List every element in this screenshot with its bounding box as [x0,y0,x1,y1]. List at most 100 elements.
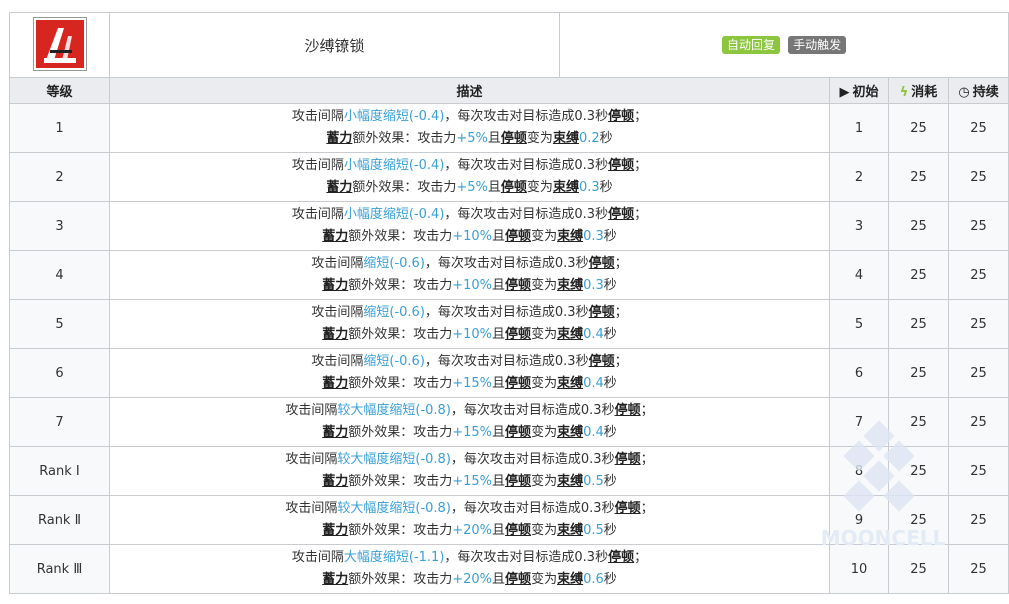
keyword-stun-link[interactable]: 停顿 [615,501,641,516]
desc-mid: ，每次攻击对目标造成0.3秒 [444,550,609,565]
keyword-stun-link[interactable]: 停顿 [505,327,531,342]
col-cost: ϟ 消耗 [888,77,949,104]
desc-mid: ，每次攻击对目标造成0.3秒 [444,207,609,222]
desc-and: 且 [492,278,506,293]
desc-mid: ，每次攻击对目标造成0.3秒 [450,501,615,516]
keyword-stun-link[interactable]: 停顿 [608,207,634,222]
keyword-charge-link[interactable]: 蓄力 [326,180,352,195]
keyword-stun-link[interactable]: 停顿 [505,229,531,244]
cost-cell: 25 [888,397,949,447]
badge-manual-trigger: 手动触发 [788,36,847,54]
level-cell: Rank Ⅲ [9,544,110,594]
duration-cell: 25 [947,544,1009,594]
desc-becomes: 变为 [531,278,558,293]
desc-end: ； [634,550,648,565]
desc-prefix: 攻击间隔 [311,305,364,320]
keyword-charge-link[interactable]: 蓄力 [322,376,348,391]
keyword-stun-link[interactable]: 停顿 [608,158,634,173]
desc-and: 且 [487,180,501,195]
keyword-charge-link[interactable]: 蓄力 [322,572,348,587]
keyword-bind-link[interactable]: 束缚 [557,229,583,244]
description-cell: 攻击间隔较大幅度缩短(-0.8)，每次攻击对目标造成0.3秒停顿； 蓄力额外效果：… [109,397,830,447]
desc-extra: 额外效果：攻击力 [348,474,453,489]
desc-sec: 秒 [599,131,613,146]
description-line-2: 蓄力额外效果：攻击力+15%且停顿变为束缚0.4秒 [110,373,829,395]
desc-bind-time: 0.4 [583,376,604,391]
initial-cell: 7 [829,397,889,447]
description-line-2: 蓄力额外效果：攻击力+20%且停顿变为束缚0.5秒 [110,520,829,542]
skill-icon [33,18,86,70]
keyword-stun-link[interactable]: 停顿 [589,305,615,320]
level-cell: 3 [9,201,110,251]
description-line-2: 蓄力额外效果：攻击力+15%且停顿变为束缚0.5秒 [110,471,829,493]
keyword-bind-link[interactable]: 束缚 [553,131,579,146]
desc-and: 且 [492,572,506,587]
description-line-2: 蓄力额外效果：攻击力+15%且停顿变为束缚0.4秒 [110,422,829,444]
desc-extra: 额外效果：攻击力 [348,278,453,293]
keyword-stun-link[interactable]: 停顿 [608,550,634,565]
level-row: 3 攻击间隔小幅度缩短(-0.4)，每次攻击对目标造成0.3秒停顿； 蓄力额外效果：… [9,201,1009,251]
level-row: Rank Ⅰ 攻击间隔较大幅度缩短(-0.8)，每次攻击对目标造成0.3秒停顿；蓄… [9,446,1009,496]
desc-sec: 秒 [603,229,617,244]
keyword-stun-link[interactable]: 停顿 [501,131,527,146]
desc-atk: +20% [452,572,493,587]
desc-prefix: 攻击间隔 [285,403,338,418]
desc-interval: 小幅度缩短(-0.4) [343,109,445,124]
desc-interval: 较大幅度缩短(-0.8) [337,452,451,467]
keyword-stun-link[interactable]: 停顿 [505,376,531,391]
desc-end: ； [634,109,648,124]
desc-mid: ，每次攻击对目标造成0.3秒 [424,256,589,271]
keyword-charge-link[interactable]: 蓄力 [322,425,348,440]
keyword-bind-link[interactable]: 束缚 [557,425,583,440]
keyword-stun-link[interactable]: 停顿 [615,403,641,418]
keyword-charge-link[interactable]: 蓄力 [322,474,348,489]
duration-cell: 25 [947,495,1009,545]
keyword-charge-link[interactable]: 蓄力 [322,229,348,244]
keyword-stun-link[interactable]: 停顿 [505,572,531,587]
cost-cell: 25 [888,103,949,153]
keyword-bind-link[interactable]: 束缚 [557,327,583,342]
skill-badges: 自动回复 手动触发 [558,12,1009,78]
keyword-stun-link[interactable]: 停顿 [505,278,531,293]
clock-icon: ◷ [958,85,970,100]
keyword-stun-link[interactable]: 停顿 [608,109,634,124]
initial-cell: 1 [829,103,889,153]
duration-cell: 25 [947,152,1009,202]
keyword-stun-link[interactable]: 停顿 [505,425,531,440]
desc-atk: +10% [452,229,493,244]
level-cell: 4 [9,250,110,300]
desc-sec: 秒 [603,474,617,489]
description-line-1: 攻击间隔较大幅度缩短(-0.8)，每次攻击对目标造成0.3秒停顿； [110,449,829,471]
keyword-bind-link[interactable]: 束缚 [557,474,583,489]
keyword-charge-link[interactable]: 蓄力 [322,278,348,293]
keyword-stun-link[interactable]: 停顿 [615,452,641,467]
keyword-charge-link[interactable]: 蓄力 [322,327,348,342]
description-cell: 攻击间隔缩短(-0.6)，每次攻击对目标造成0.3秒停顿； 蓄力额外效果：攻击力+… [109,250,830,300]
desc-prefix: 攻击间隔 [285,452,338,467]
keyword-stun-link[interactable]: 停顿 [501,180,527,195]
desc-end: ； [634,207,648,222]
keyword-bind-link[interactable]: 束缚 [557,376,583,391]
desc-extra: 额外效果：攻击力 [348,229,453,244]
keyword-stun-link[interactable]: 停顿 [505,523,531,538]
desc-mid: ，每次攻击对目标造成0.3秒 [424,305,589,320]
description-line-1: 攻击间隔小幅度缩短(-0.4)，每次攻击对目标造成0.3秒停顿； [110,106,829,128]
desc-interval: 小幅度缩短(-0.4) [343,158,445,173]
keyword-charge-link[interactable]: 蓄力 [326,131,352,146]
keyword-stun-link[interactable]: 停顿 [589,256,615,271]
keyword-bind-link[interactable]: 束缚 [557,523,583,538]
description-line-1: 攻击间隔较大幅度缩短(-0.8)，每次攻击对目标造成0.3秒停顿； [110,498,829,520]
desc-becomes: 变为 [526,180,553,195]
col-initial: ▶ 初始 [829,77,889,104]
initial-cell: 10 [829,544,889,594]
keyword-bind-link[interactable]: 束缚 [557,572,583,587]
desc-interval: 大幅度缩短(-1.1) [343,550,445,565]
keyword-stun-link[interactable]: 停顿 [505,474,531,489]
keyword-charge-link[interactable]: 蓄力 [322,523,348,538]
level-row: 1 攻击间隔小幅度缩短(-0.4)，每次攻击对目标造成0.3秒停顿； 蓄力额外效果：… [9,103,1009,153]
keyword-stun-link[interactable]: 停顿 [589,354,615,369]
keyword-bind-link[interactable]: 束缚 [557,278,583,293]
keyword-bind-link[interactable]: 束缚 [553,180,579,195]
level-row: 4 攻击间隔缩短(-0.6)，每次攻击对目标造成0.3秒停顿； 蓄力额外效果：攻击力… [9,250,1009,300]
desc-prefix: 攻击间隔 [285,501,338,516]
